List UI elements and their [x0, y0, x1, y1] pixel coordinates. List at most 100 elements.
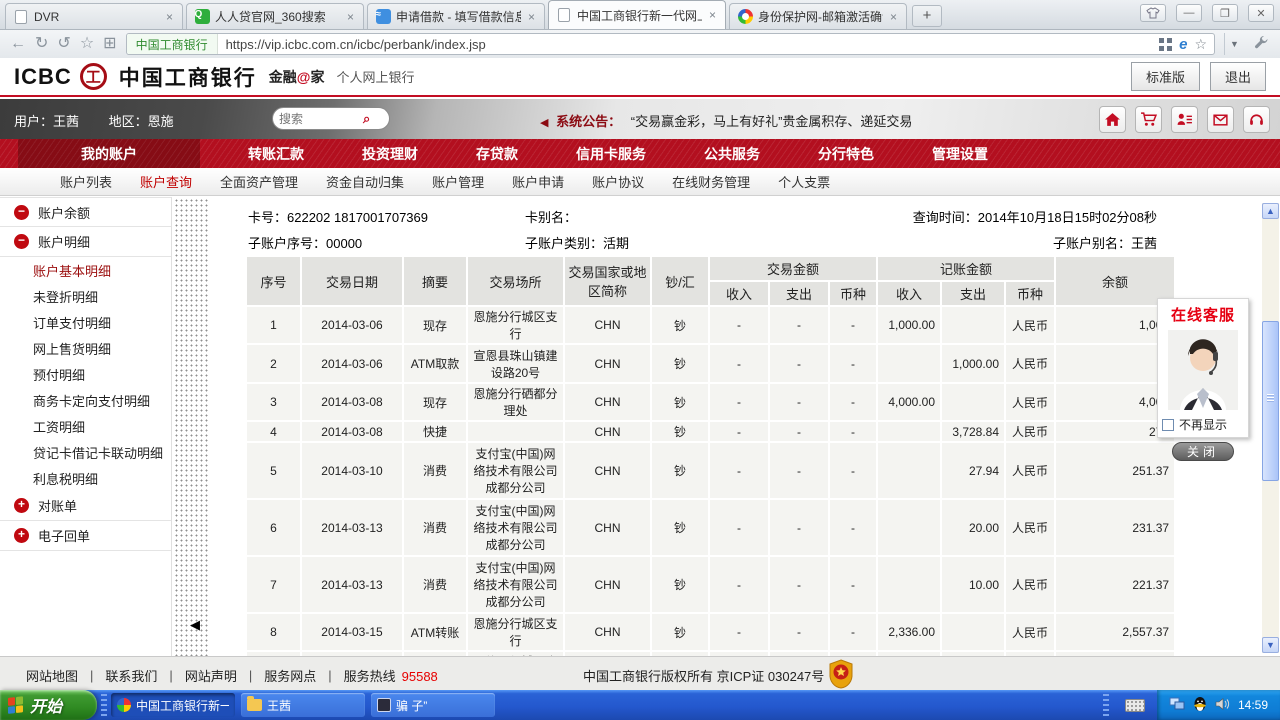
vertical-scrollbar[interactable]: ▲ ▼	[1262, 203, 1279, 653]
subnav-item-1[interactable]: 账户列表	[60, 172, 112, 191]
bookmark-star-icon[interactable]: ☆	[1194, 36, 1207, 53]
footer-link[interactable]: 联系我们	[93, 666, 169, 685]
close-icon[interactable]: ✕	[1248, 4, 1274, 22]
browser-tab[interactable]: 身份保护网-邮箱激活确认 -×	[729, 3, 907, 29]
nav-item-4[interactable]: 存贷款	[468, 139, 568, 168]
browser-skin-shirt-icon[interactable]	[1140, 4, 1166, 22]
subnav-item-5[interactable]: 账户管理	[432, 172, 484, 191]
sidebar-child-item[interactable]: 工资明细	[0, 413, 171, 439]
headset-service-icon[interactable]	[1243, 106, 1270, 133]
search-icon[interactable]: ⌕	[363, 111, 370, 127]
restore-icon[interactable]: ❐	[1212, 4, 1238, 22]
cell-summary: 消费	[404, 443, 466, 498]
browser-tab[interactable]: DVR×	[5, 3, 183, 29]
footer-link[interactable]: 网站地图	[14, 666, 90, 685]
url-box[interactable]: 中国工商银行 https://vip.icbc.com.cn/icbc/perb…	[126, 33, 1215, 55]
qq-messenger-icon[interactable]	[1193, 696, 1207, 715]
contacts-icon[interactable]	[1171, 106, 1198, 133]
footer-link[interactable]: 服务网点	[252, 666, 328, 685]
close-service-button[interactable]: 关闭	[1172, 442, 1234, 461]
nav-item-8[interactable]: 管理设置	[924, 139, 1038, 168]
tab-close-icon[interactable]: ×	[888, 10, 899, 24]
network-icon[interactable]	[1169, 697, 1185, 714]
nav-item-1[interactable]: 我的账户	[18, 139, 200, 168]
nav-item-6[interactable]: 公共服务	[696, 139, 810, 168]
start-button[interactable]: 开始	[0, 690, 97, 720]
tab-close-icon[interactable]: ×	[707, 8, 718, 22]
browser-tab[interactable]: Q人人贷官网_360搜索×	[186, 3, 364, 29]
url-text[interactable]: https://vip.icbc.com.cn/icbc/perbank/ind…	[218, 37, 1160, 52]
sidebar-group-item[interactable]: −账户余额	[0, 197, 171, 227]
sidebar-child-item[interactable]: 网上售货明细	[0, 335, 171, 361]
sidebar-child-item[interactable]: 预付明细	[0, 361, 171, 387]
subnav-item-9[interactable]: 个人支票	[778, 172, 830, 191]
favorites-star-icon[interactable]: ☆	[80, 36, 94, 52]
sidebar-child-item[interactable]: 账户基本明细	[0, 257, 171, 283]
sidebar-group-item[interactable]: +对账单	[0, 491, 171, 521]
sidebar-splitter[interactable]	[173, 197, 208, 656]
subnav-item-6[interactable]: 账户申请	[512, 172, 564, 191]
cell-country: CHN	[565, 307, 650, 343]
subnav-item-2[interactable]: 账户查询	[140, 172, 192, 191]
ie-compat-icon[interactable]: e	[1179, 36, 1187, 53]
refresh-icon[interactable]: ↻	[35, 36, 48, 52]
subnav-item-3[interactable]: 全面资产管理	[220, 172, 298, 191]
browser-tab[interactable]: ≈申请借款 - 填写借款信息 -×	[367, 3, 545, 29]
tools-wrench-icon[interactable]	[1253, 34, 1270, 54]
history-undo-icon[interactable]: ↺	[57, 36, 70, 52]
cell-summary: 快捷	[404, 422, 466, 441]
sidebar-child-item[interactable]: 贷记卡借记卡联动明细	[0, 439, 171, 465]
scrollbar-thumb[interactable]	[1262, 321, 1279, 481]
sidebar-child-item[interactable]: 订单支付明细	[0, 309, 171, 335]
tab-close-icon[interactable]: ×	[526, 10, 537, 24]
taskbar-clock[interactable]: 14:59	[1238, 698, 1268, 712]
sidebar-child-item[interactable]: 未登折明细	[0, 283, 171, 309]
ssl-cert-label[interactable]: 中国工商银行	[127, 34, 218, 54]
taskbar-item[interactable]: 骗 子”	[371, 693, 495, 717]
logout-button[interactable]: 退出	[1210, 62, 1266, 91]
browser-tab[interactable]: 中国工商银行新一代网上银行×	[548, 0, 726, 29]
cart-icon[interactable]	[1135, 106, 1162, 133]
search-input[interactable]	[279, 112, 363, 126]
sidebar-group-item[interactable]: −账户明细	[0, 227, 171, 257]
cell-summary: 现存	[404, 384, 466, 420]
dont-show-checkbox[interactable]	[1162, 419, 1174, 431]
taskbar-item[interactable]: 中国工商银行新一...	[111, 693, 235, 717]
sidebar-child-item[interactable]: 商务卡定向支付明细	[0, 387, 171, 413]
cell-book-currency: 人民币	[1006, 443, 1054, 498]
standard-version-button[interactable]: 标准版	[1131, 62, 1200, 91]
subnav-item-8[interactable]: 在线财务管理	[672, 172, 750, 191]
apps-grid-icon[interactable]: ⊞	[103, 36, 116, 52]
cell-place: 支付宝(中国)网络技术有限公司成都分公司	[468, 500, 563, 555]
nav-item-7[interactable]: 分行特色	[810, 139, 924, 168]
col-no: 序号	[247, 257, 300, 305]
table-row: 52014-03-10消费支付宝(中国)网络技术有限公司成都分公司CHN钞---…	[247, 443, 1174, 498]
nav-item-5[interactable]: 信用卡服务	[568, 139, 696, 168]
footer-link[interactable]: 网站声明	[173, 666, 249, 685]
subnav-item-7[interactable]: 账户协议	[592, 172, 644, 191]
nav-item-3[interactable]: 投资理财	[354, 139, 468, 168]
nav-item-2[interactable]: 转账汇款	[240, 139, 354, 168]
sidebar-group-item[interactable]: +电子回单	[0, 521, 171, 551]
keyboard-layout-icon[interactable]	[1125, 699, 1145, 712]
tab-close-icon[interactable]: ×	[345, 10, 356, 24]
minimize-icon[interactable]: —	[1176, 4, 1202, 22]
taskbar-item[interactable]: 王茜	[241, 693, 365, 717]
site-search-box[interactable]: ⌕	[272, 107, 390, 130]
qr-code-icon[interactable]	[1159, 38, 1172, 51]
tab-close-icon[interactable]: ×	[164, 10, 175, 24]
url-dropdown-arrow-icon[interactable]: ▼	[1224, 33, 1244, 55]
sidebar-child-item[interactable]: 利息税明细	[0, 465, 171, 491]
collapse-sidebar-icon[interactable]: ◀	[190, 617, 200, 633]
home-icon[interactable]	[1099, 106, 1126, 133]
scroll-up-icon[interactable]: ▲	[1262, 203, 1279, 219]
folder-icon	[247, 699, 262, 711]
cell-tx-expense: -	[770, 422, 828, 441]
table-row: 72014-03-13消费支付宝(中国)网络技术有限公司成都分公司CHN钞---…	[247, 557, 1174, 612]
volume-speaker-icon[interactable]	[1215, 697, 1230, 714]
new-tab-button[interactable]: +	[912, 5, 942, 27]
subnav-item-4[interactable]: 资金自动归集	[326, 172, 404, 191]
scroll-down-icon[interactable]: ▼	[1262, 637, 1279, 653]
inbox-mail-icon[interactable]	[1207, 106, 1234, 133]
back-icon[interactable]: ←	[10, 36, 26, 52]
